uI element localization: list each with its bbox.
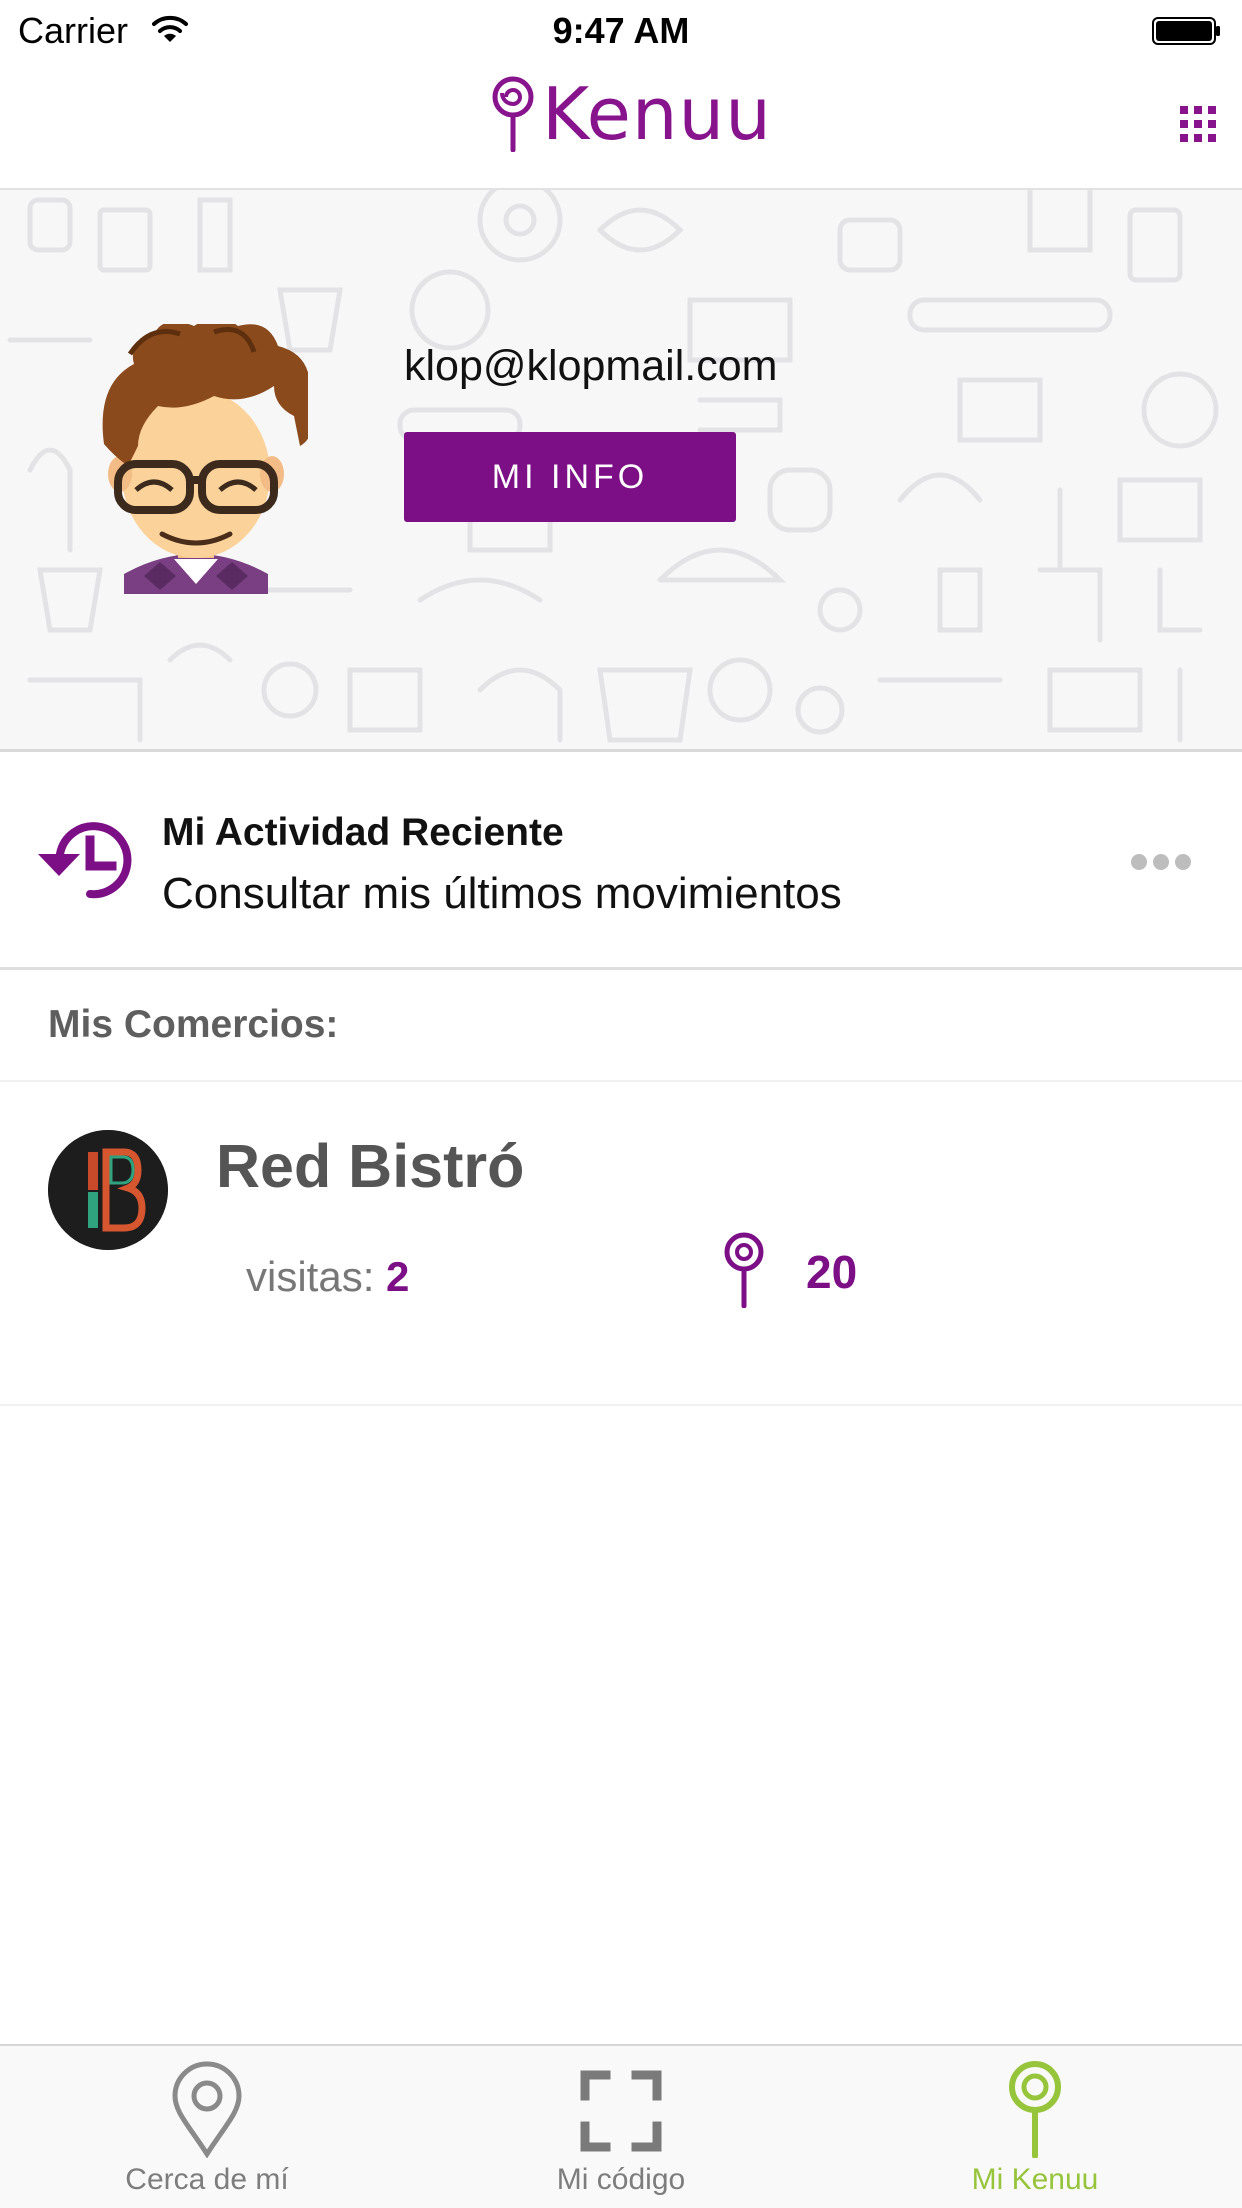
mi-info-button[interactable]: MI INFO <box>404 432 736 522</box>
activity-subtitle: Consultar mis últimos movimientos <box>162 869 842 918</box>
nav-bar: Kenuu <box>0 62 1242 190</box>
points-lollipop-icon <box>724 1232 764 1308</box>
tab-cerca-de-mi[interactable]: Cerca de mí <box>0 2046 414 2208</box>
recent-activity-row[interactable]: Mi Actividad Reciente Consultar mis últi… <box>0 752 1242 970</box>
battery-icon <box>1152 17 1220 45</box>
red-bistro-logo-icon <box>48 1130 168 1250</box>
kenuu-lollipop-icon <box>1009 2061 1061 2158</box>
visits-count: 2 <box>386 1253 410 1300</box>
merchant-points: 20 <box>806 1246 858 1298</box>
tab-mi-kenuu[interactable]: Mi Kenuu <box>828 2046 1242 2208</box>
tab-label: Cerca de mí <box>125 2163 289 2196</box>
tab-mi-codigo[interactable]: Mi código <box>414 2046 828 2208</box>
avatar <box>102 324 308 594</box>
merchants-section-title: Mis Comercios: <box>48 1003 339 1046</box>
brand-name: Kenuu <box>542 72 772 156</box>
status-bar: Carrier 9:47 AM <box>0 0 1242 62</box>
kenuu-logo-icon <box>492 76 534 152</box>
profile-header: klop@klopmail.com MI INFO <box>0 190 1242 752</box>
scan-frame-icon <box>580 2070 662 2152</box>
activity-title: Mi Actividad Reciente <box>162 811 564 854</box>
status-time: 9:47 AM <box>552 10 690 51</box>
location-pin-icon <box>172 2061 242 2158</box>
more-dots-icon[interactable] <box>1130 852 1192 872</box>
merchant-logo <box>48 1130 168 1250</box>
tab-label: Mi Kenuu <box>971 2163 1099 2196</box>
grid-menu-icon[interactable] <box>1180 106 1216 142</box>
tab-label: Mi código <box>556 2163 686 2196</box>
user-email: klop@klopmail.com <box>404 342 778 390</box>
merchant-visits: visitas: 2 <box>246 1248 409 1306</box>
visits-label: visitas: <box>246 1253 375 1300</box>
merchant-row[interactable]: Red Bistró visitas: 2 20 <box>0 1082 1242 1406</box>
history-icon <box>38 822 132 899</box>
merchant-name: Red Bistró <box>216 1132 525 1200</box>
tab-bar: Cerca de mí Mi código Mi Kenuu <box>0 2044 1242 2208</box>
